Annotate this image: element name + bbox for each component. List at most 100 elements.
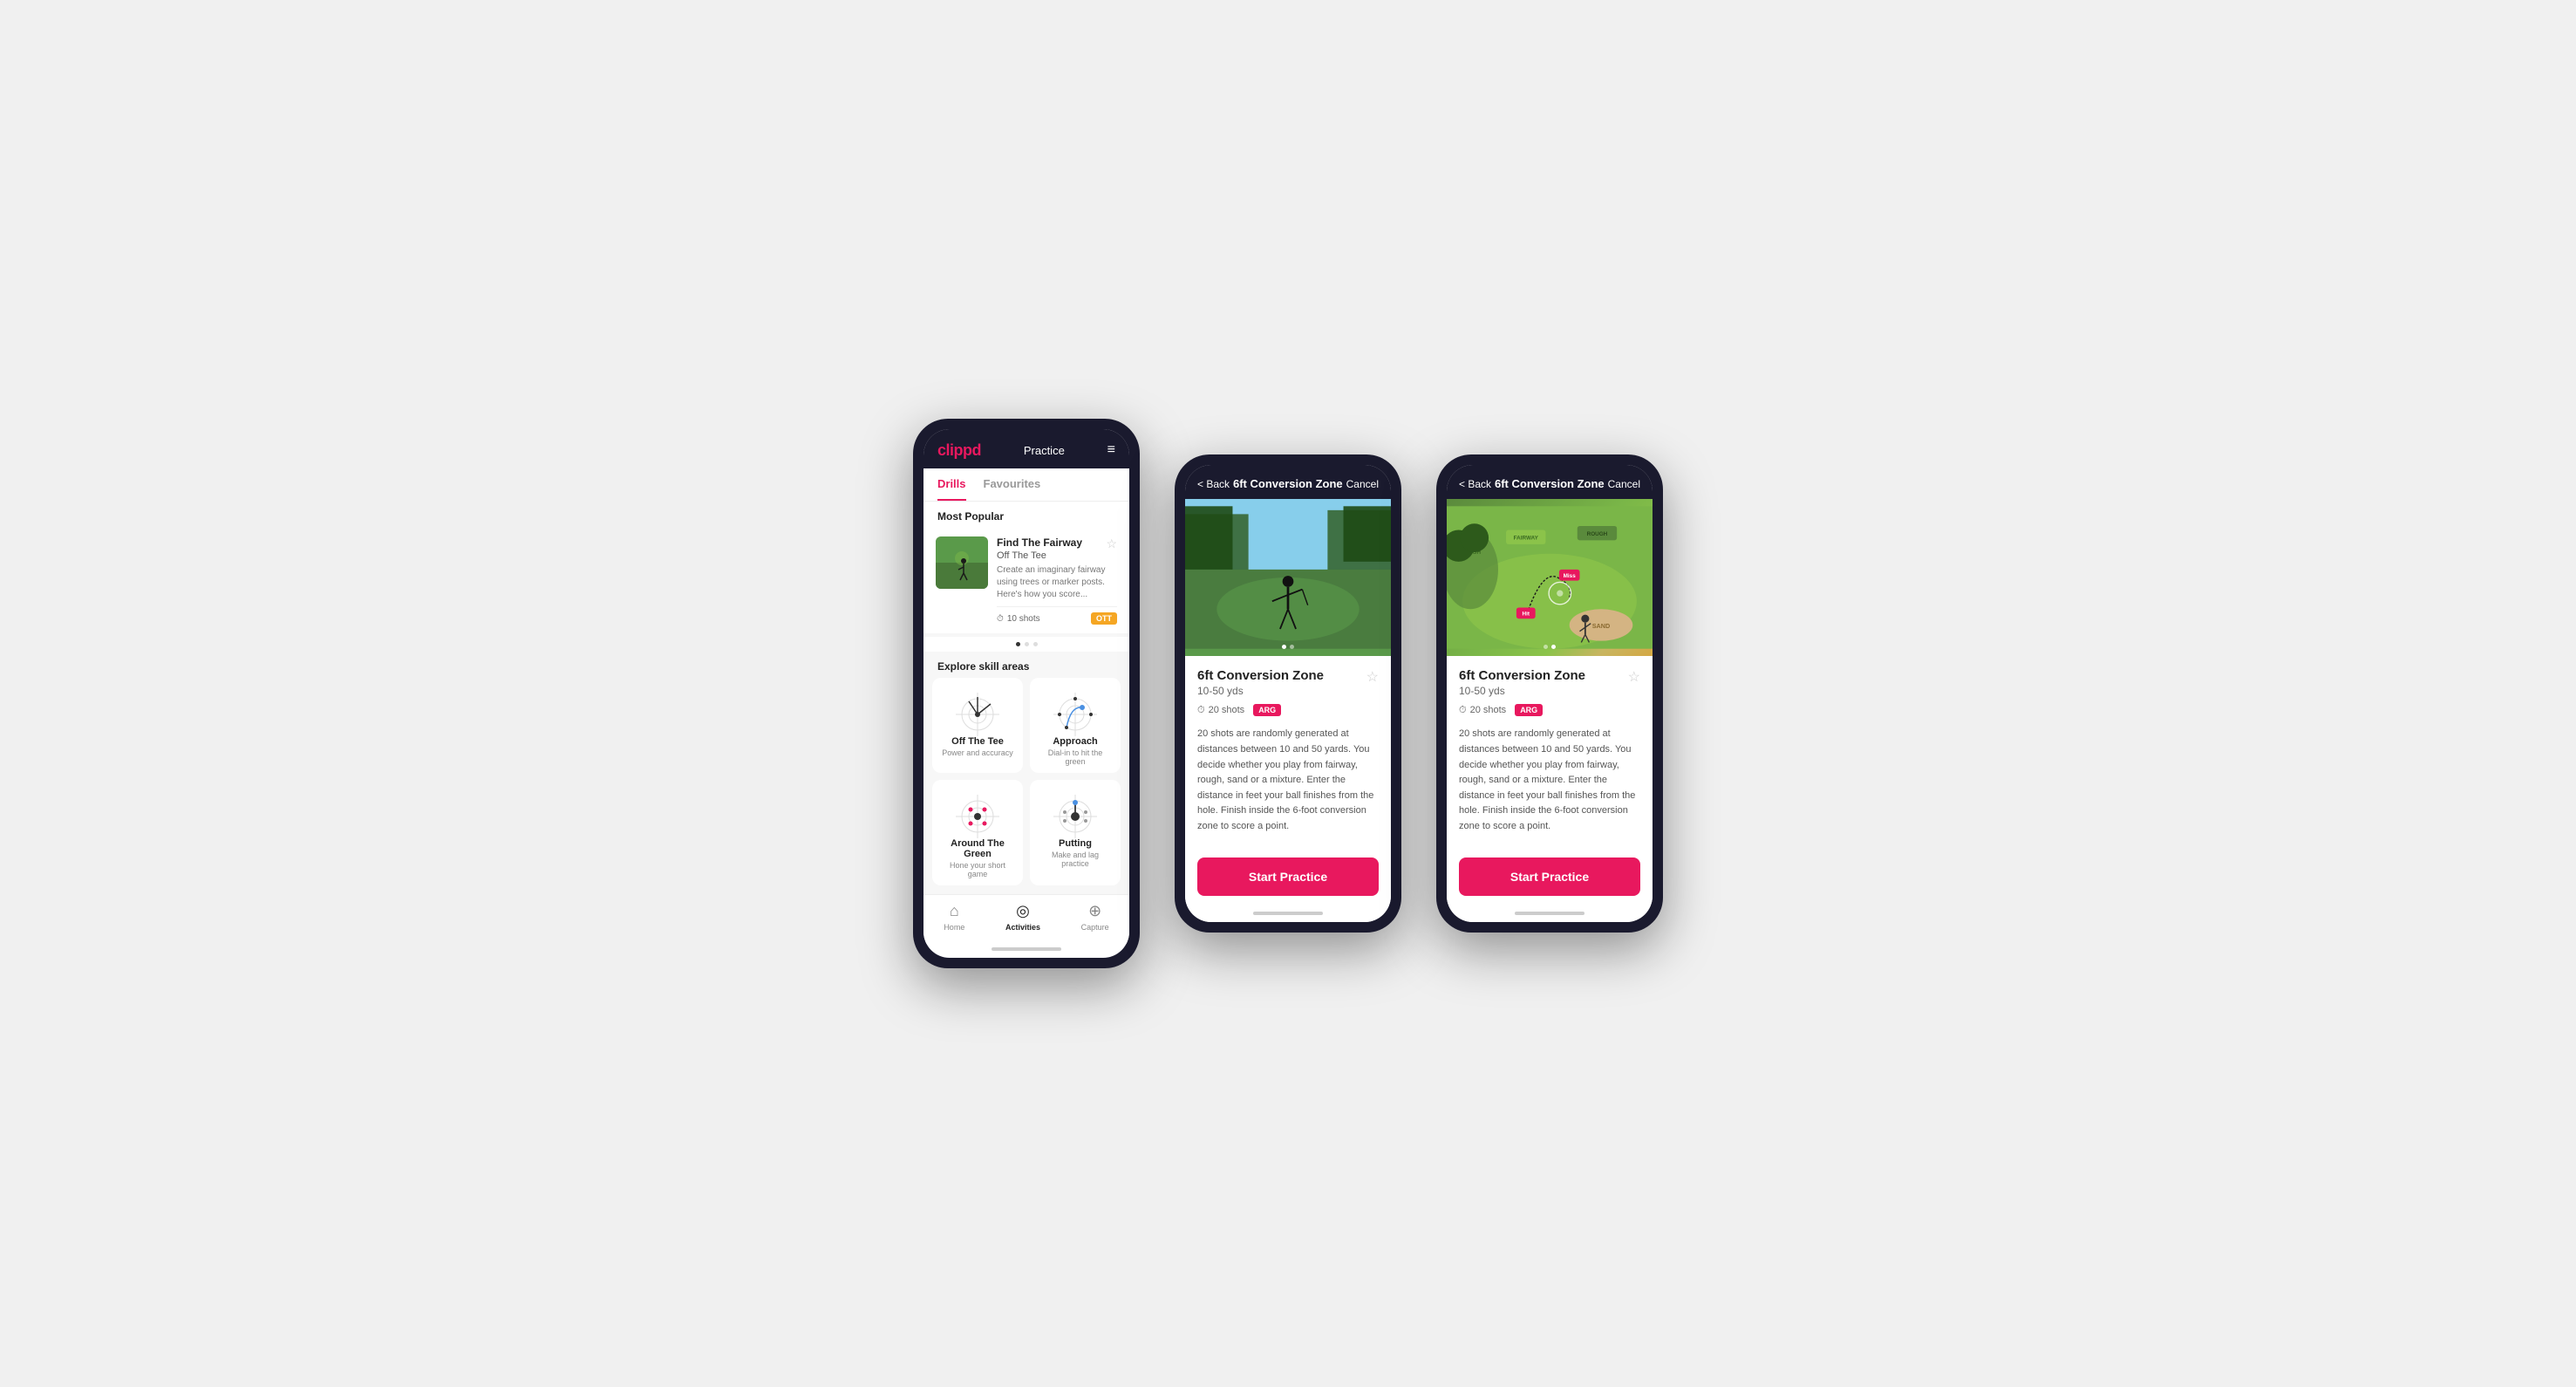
category-badge: ARG [1515, 704, 1543, 716]
phone1-content: Most Popular [923, 502, 1129, 895]
tabs-bar: Drills Favourites [923, 468, 1129, 502]
skill-name-atg: Around The Green [939, 838, 1016, 859]
drill-title: 6ft Conversion Zone [1459, 668, 1585, 683]
skill-card-approach[interactable]: Approach Dial-in to hit the green [1030, 678, 1121, 773]
clock-icon: ⏱ [997, 614, 1004, 624]
course-illustration: SAND ROUGH FAIRWAY ROUGH Hit [1447, 499, 1653, 656]
card-subtitle: Off The Tee [997, 550, 1117, 561]
skill-card-off-the-tee[interactable]: Off The Tee Power and accuracy [932, 678, 1023, 773]
home-indicator [992, 947, 1061, 951]
image-dot-1 [1544, 645, 1548, 649]
activities-icon: ◎ [1016, 902, 1030, 920]
favourite-icon[interactable]: ☆ [1366, 668, 1379, 686]
nav-home[interactable]: ⌂ Home [944, 902, 964, 932]
drill-subtitle: 10-50 yds [1459, 685, 1585, 697]
skill-card-around-the-green[interactable]: Around The Green Hone your short game [932, 780, 1023, 885]
drill-title-block: 6ft Conversion Zone 10-50 yds [1459, 668, 1585, 697]
clock-icon: ⏱ [1459, 705, 1467, 716]
svg-text:SAND: SAND [1592, 623, 1611, 631]
image-carousel-dots [1544, 645, 1556, 649]
home-label: Home [944, 923, 964, 932]
drill-detail: 6ft Conversion Zone 10-50 yds ☆ ⏱ 20 sho… [1185, 656, 1391, 846]
card-description: Create an imaginary fairway using trees … [997, 564, 1117, 601]
svg-text:Hit: Hit [1523, 612, 1530, 618]
skill-card-putting[interactable]: Putting Make and lag practice [1030, 780, 1121, 885]
phone2-content: 6ft Conversion Zone 10-50 yds ☆ ⏱ 20 sho… [1185, 499, 1391, 921]
card-info: Find The Fairway Off The Tee Create an i… [997, 536, 1117, 625]
skill-desc-approach: Dial-in to hit the green [1037, 748, 1114, 766]
home-indicator [1253, 912, 1323, 915]
svg-text:FAIRWAY: FAIRWAY [1514, 536, 1539, 542]
nav-capture[interactable]: ⊕ Capture [1081, 902, 1109, 932]
skill-grid: Off The Tee Power and accuracy [923, 678, 1129, 894]
drill-detail: 6ft Conversion Zone 10-50 yds ☆ ⏱ 20 sho… [1447, 656, 1653, 846]
dot-2 [1025, 642, 1029, 646]
start-practice-button[interactable]: Start Practice [1459, 857, 1640, 896]
dot-3 [1033, 642, 1038, 646]
tab-drills[interactable]: Drills [937, 468, 966, 501]
nav-activities[interactable]: ◎ Activities [1005, 902, 1040, 932]
phone-2-screen: < Back 6ft Conversion Zone Cancel [1185, 465, 1391, 921]
image-carousel-dots [1282, 645, 1294, 649]
phone3-content: SAND ROUGH FAIRWAY ROUGH Hit [1447, 499, 1653, 921]
skill-desc-putting: Make and lag practice [1037, 851, 1114, 868]
featured-drill-card[interactable]: Find The Fairway Off The Tee Create an i… [923, 528, 1129, 634]
cancel-button[interactable]: Cancel [1346, 478, 1379, 490]
capture-icon: ⊕ [1088, 902, 1101, 920]
drill-image [1185, 499, 1391, 656]
start-practice-button[interactable]: Start Practice [1197, 857, 1379, 896]
phone-1-screen: clippd Practice ≡ Drills Favourites Most… [923, 429, 1129, 959]
most-popular-title: Most Popular [923, 502, 1129, 528]
card-title: Find The Fairway [997, 536, 1117, 550]
header-title: 6ft Conversion Zone [1495, 477, 1605, 490]
image-dot-2 [1290, 645, 1294, 649]
card-image [936, 536, 988, 589]
app-logo: clippd [937, 441, 981, 460]
clock-icon: ⏱ [1197, 705, 1205, 716]
image-dot-2 [1551, 645, 1556, 649]
explore-title: Explore skill areas [923, 652, 1129, 678]
cancel-button[interactable]: Cancel [1608, 478, 1640, 490]
back-button[interactable]: < Back [1197, 478, 1230, 490]
bottom-nav: ⌂ Home ◎ Activities ⊕ Capture [923, 894, 1129, 944]
phone3-header: < Back 6ft Conversion Zone Cancel [1447, 465, 1653, 499]
shots-meta: ⏱ 20 shots [1197, 705, 1244, 716]
phone2-header: < Back 6ft Conversion Zone Cancel [1185, 465, 1391, 499]
phone-2: < Back 6ft Conversion Zone Cancel [1175, 454, 1401, 932]
skill-name-approach: Approach [1053, 736, 1097, 747]
card-footer: ⏱ 10 shots OTT [997, 606, 1117, 625]
dot-1 [1016, 642, 1020, 646]
capture-label: Capture [1081, 923, 1109, 932]
home-icon: ⌂ [950, 902, 959, 920]
shots-meta: ⏱ 20 shots [1459, 705, 1506, 716]
activities-label: Activities [1005, 923, 1040, 932]
drill-subtitle: 10-50 yds [1197, 685, 1324, 697]
phone-3: < Back 6ft Conversion Zone Cancel SAND R… [1436, 454, 1663, 932]
home-indicator [1515, 912, 1584, 915]
skill-desc-atg: Hone your short game [939, 861, 1016, 878]
svg-text:Miss: Miss [1564, 573, 1577, 579]
svg-text:ROUGH: ROUGH [1587, 531, 1608, 537]
phone1-header: clippd Practice ≡ [923, 429, 1129, 468]
tab-favourites[interactable]: Favourites [984, 468, 1041, 501]
carousel-dots [923, 637, 1129, 652]
phone-1: clippd Practice ≡ Drills Favourites Most… [913, 419, 1140, 969]
menu-icon[interactable]: ≡ [1107, 442, 1115, 458]
card-shots: ⏱ 10 shots [997, 614, 1040, 624]
drill-meta: ⏱ 20 shots ARG [1459, 704, 1640, 716]
drill-description: 20 shots are randomly generated at dista… [1197, 727, 1379, 834]
favourite-icon[interactable]: ☆ [1628, 668, 1640, 686]
drill-title: 6ft Conversion Zone [1197, 668, 1324, 683]
back-button[interactable]: < Back [1459, 478, 1491, 490]
skill-name-ott: Off The Tee [951, 736, 1004, 747]
nav-title: Practice [1024, 444, 1065, 457]
header-title: 6ft Conversion Zone [1233, 477, 1343, 490]
phone-3-screen: < Back 6ft Conversion Zone Cancel SAND R… [1447, 465, 1653, 921]
drill-title-block: 6ft Conversion Zone 10-50 yds [1197, 668, 1324, 697]
category-badge: ARG [1253, 704, 1281, 716]
card-badge: OTT [1091, 612, 1117, 625]
favourite-icon[interactable]: ☆ [1106, 536, 1117, 551]
skill-name-putting: Putting [1059, 838, 1092, 849]
drill-meta: ⏱ 20 shots ARG [1197, 704, 1379, 716]
image-dot-1 [1282, 645, 1286, 649]
